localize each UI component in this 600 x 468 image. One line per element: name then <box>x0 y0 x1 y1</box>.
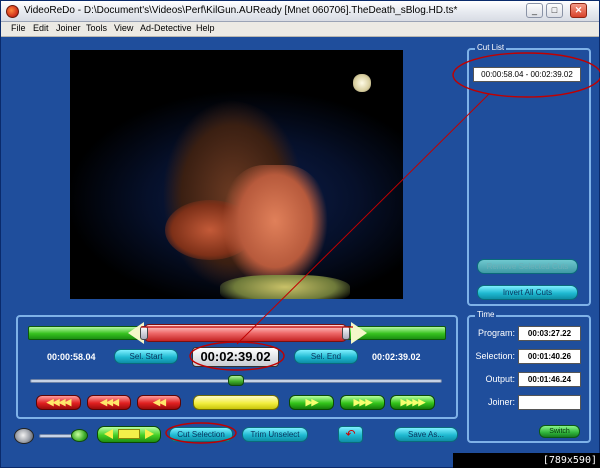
end-handle[interactable] <box>342 326 350 340</box>
menu-ad-detective[interactable]: Ad-Detective <box>140 23 192 33</box>
menu-edit[interactable]: Edit <box>33 23 49 33</box>
undo-button[interactable]: ↶ <box>338 426 363 443</box>
start-handle[interactable] <box>140 326 148 340</box>
channel-logo-icon <box>353 74 371 92</box>
forward-2-button[interactable]: ▶▶ <box>289 395 334 410</box>
menu-joiner[interactable]: Joiner <box>56 23 81 33</box>
current-position-time: 00:02:39.02 <box>192 347 279 367</box>
video-preview[interactable] <box>70 50 403 299</box>
speaker-icon[interactable] <box>14 428 34 444</box>
volume-slider-thumb[interactable] <box>71 429 88 442</box>
forward-3-button[interactable]: ▶▶▶ <box>340 395 385 410</box>
seek-slider-thumb[interactable] <box>228 375 244 386</box>
output-label: Output: <box>485 374 515 384</box>
menu-file[interactable]: File <box>11 23 26 33</box>
close-button[interactable]: ✕ <box>570 3 587 18</box>
menu-bar: File Edit Joiner Tools View Ad-Detective… <box>1 22 599 37</box>
output-time-field: 00:01:46.24 <box>518 372 581 387</box>
cut-selection-button[interactable]: Cut Selection <box>169 427 233 442</box>
image-watermark: [789x590] http://upic.me/ <box>453 453 600 468</box>
videoredo-logo-icon <box>6 5 19 18</box>
arrow-right-icon <box>145 429 154 439</box>
minimize-button[interactable]: _ <box>526 3 543 18</box>
selection-time-field: 00:01:40.26 <box>518 349 581 364</box>
selection-end-marker[interactable] <box>351 322 367 344</box>
rewind-2-button[interactable]: ◀◀ <box>137 395 181 410</box>
timeline-selection[interactable] <box>144 324 347 342</box>
selection-end-time: 00:02:39.02 <box>372 352 421 362</box>
play-pause-button[interactable] <box>193 395 279 410</box>
rewind-3-button[interactable]: ◀◀◀ <box>87 395 131 410</box>
joiner-time-field <box>518 395 581 410</box>
performer-top <box>220 275 350 299</box>
window-title: VideoReDo - D:\Document's\Videos\Perf\Ki… <box>24 5 458 16</box>
menu-help[interactable]: Help <box>196 23 215 33</box>
undo-arrow-icon: ↶ <box>345 427 356 441</box>
cut-list-legend: Cut List <box>475 43 507 52</box>
remove-selected-cuts-button[interactable]: Remove Selected Cuts <box>477 259 578 274</box>
menu-view[interactable]: View <box>114 23 133 33</box>
save-as-button[interactable]: Save As... <box>394 427 458 442</box>
menu-tools[interactable]: Tools <box>86 23 107 33</box>
selection-start-time: 00:00:58.04 <box>47 352 96 362</box>
time-legend: Time <box>475 310 497 319</box>
trim-unselect-button[interactable]: Trim Unselect <box>242 427 308 442</box>
joiner-label: Joiner: <box>487 397 515 407</box>
program-label: Program: <box>477 328 515 338</box>
switch-button[interactable]: Switch <box>539 425 580 438</box>
invert-all-cuts-button[interactable]: Invert All Cuts <box>477 285 578 300</box>
forward-4-button[interactable]: ▶▶▶▶ <box>390 395 435 410</box>
cut-list-entry[interactable]: 00:00:58.04 - 00:02:39.02 <box>473 67 581 82</box>
arrow-left-icon <box>104 429 113 439</box>
sel-start-button[interactable]: Sel. Start <box>114 349 178 364</box>
sel-end-button[interactable]: Sel. End <box>294 349 358 364</box>
maximize-button[interactable]: □ <box>546 3 563 18</box>
selection-block-icon <box>118 429 140 439</box>
selection-label: Selection: <box>475 351 515 361</box>
app-window: VideoReDo - D:\Document's\Videos\Perf\Ki… <box>0 0 600 468</box>
program-time-field: 00:03:27.22 <box>518 326 581 341</box>
rewind-4-button[interactable]: ◀◀◀◀ <box>36 395 81 410</box>
title-bar[interactable]: VideoReDo - D:\Document's\Videos\Perf\Ki… <box>1 1 599 22</box>
